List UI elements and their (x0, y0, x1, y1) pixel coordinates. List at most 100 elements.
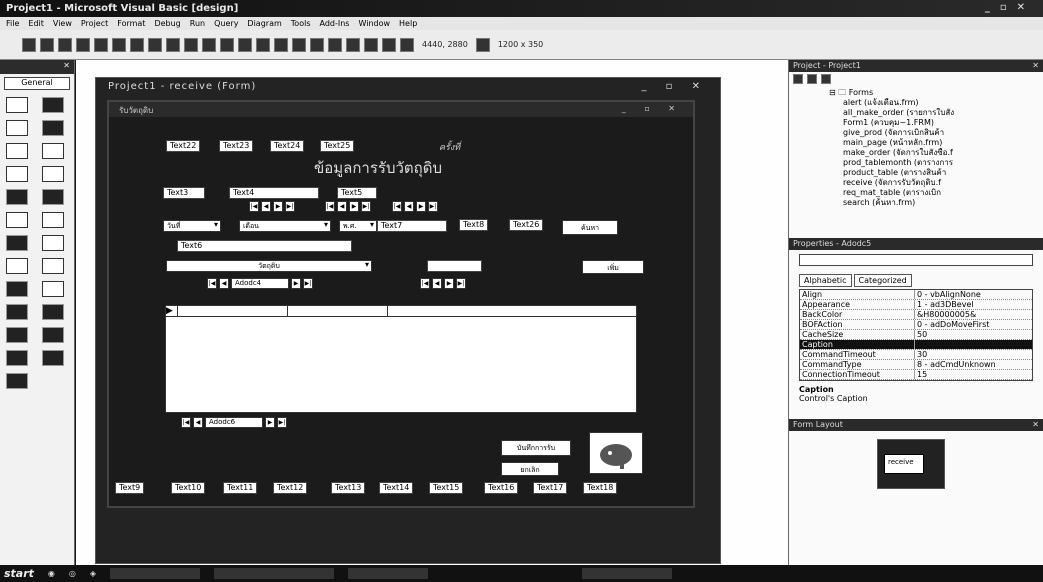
maximize-button[interactable]: ▫ (1000, 2, 1017, 13)
start-icon[interactable] (220, 37, 234, 52)
textbox-icon[interactable] (42, 120, 64, 136)
close-icon[interactable]: ✕ (1032, 61, 1039, 70)
text15[interactable]: Text15 (429, 482, 464, 494)
line-icon[interactable] (42, 281, 64, 297)
tree-folder-forms[interactable]: ⊟ 🗀 Forms (829, 88, 1043, 98)
property-row[interactable]: Align 0 - vbAlignNone (800, 290, 1032, 300)
search-button[interactable]: ค้นหา (562, 220, 618, 235)
tree-item[interactable]: main_page (หน้าหลัก.frm) (829, 138, 1043, 148)
next-record-button[interactable]: ▶ (444, 278, 454, 289)
tree-item[interactable]: prod_tablemonth (ตารางการ (829, 158, 1043, 168)
tree-item[interactable]: make_order (จัดการใบสั่งซื้อ.f (829, 148, 1043, 158)
last-record-button[interactable]: ▶| (277, 417, 287, 428)
form-window-controls[interactable]: _ ▫ ✕ (622, 104, 683, 113)
next-record-button[interactable]: ▶ (265, 417, 275, 428)
menu-edit[interactable]: Edit (28, 19, 44, 28)
prev-record-button[interactable]: ◀ (337, 201, 347, 212)
data-view-icon[interactable] (364, 37, 378, 52)
text24[interactable]: Text24 (270, 140, 305, 152)
menu-diagram[interactable]: Diagram (247, 19, 281, 28)
tree-item[interactable]: receive (จัดการรับวัตถุดิบ.f (829, 178, 1043, 188)
property-value[interactable]: 30 (915, 350, 1032, 359)
quicklaunch-icon[interactable]: ◎ (69, 569, 76, 578)
material-combo[interactable]: วัตถุดิบ (166, 260, 372, 272)
combobox-icon[interactable] (6, 189, 28, 205)
prev-record-button[interactable]: ◀ (219, 278, 229, 289)
adodc6-control[interactable]: |◀ ◀ Adodc6 ▶ ▶| (181, 416, 287, 429)
next-record-button[interactable]: ▶ (291, 278, 301, 289)
undo-icon[interactable] (184, 37, 198, 52)
optionbutton-icon[interactable] (42, 166, 64, 182)
grid-cell[interactable] (178, 306, 288, 316)
prev-record-button[interactable]: ◀ (261, 201, 271, 212)
first-record-button[interactable]: |◀ (392, 201, 402, 212)
first-record-button[interactable]: |◀ (249, 201, 259, 212)
property-row[interactable]: CommandTimeout 30 (800, 350, 1032, 360)
redo-icon[interactable] (202, 37, 216, 52)
day-combo[interactable]: วันที่ (163, 220, 221, 232)
ole-icon[interactable] (6, 327, 28, 343)
text11[interactable]: Text11 (223, 482, 258, 494)
project-explorer-icon[interactable] (274, 37, 288, 52)
month-combo[interactable]: เดือน (239, 220, 331, 232)
listbox-icon[interactable] (42, 189, 64, 205)
property-value[interactable] (915, 340, 1032, 349)
text5[interactable]: Text5 (337, 187, 377, 199)
first-record-button[interactable]: |◀ (207, 278, 217, 289)
last-record-button[interactable]: ▶| (361, 201, 371, 212)
toolbox-icon[interactable] (346, 37, 360, 52)
add-project-icon[interactable] (22, 37, 36, 52)
toolbox-general-tab[interactable]: General (4, 77, 70, 90)
pause-icon[interactable] (238, 37, 252, 52)
picturebox-icon[interactable] (42, 97, 64, 113)
tab-categorized[interactable]: Categorized (853, 274, 912, 287)
menu-debug[interactable]: Debug (154, 19, 180, 28)
hscrollbar-icon[interactable] (6, 212, 28, 228)
minimize-button[interactable]: _ (985, 2, 1000, 13)
quicklaunch-icon[interactable]: ◈ (90, 569, 96, 578)
data-icon[interactable] (42, 304, 64, 320)
adodc4-control[interactable]: |◀ ◀ Adodc4 ▶ ▶| (207, 277, 313, 290)
pointer-icon[interactable] (6, 97, 28, 113)
stop-icon[interactable] (256, 37, 270, 52)
save-receive-button[interactable]: บันทึกการรับ (501, 440, 571, 456)
property-row[interactable]: CommandType 8 - adCmdUnknown (800, 360, 1032, 370)
taskbar-button[interactable] (214, 568, 335, 579)
timer-icon[interactable] (6, 235, 28, 251)
tree-item[interactable]: give_prod (จัดการเบิกสินค้า (829, 128, 1043, 138)
adodc5-control[interactable]: |◀ ◀ ▶ ▶| (420, 277, 466, 290)
start-button[interactable]: start (4, 567, 34, 580)
property-row[interactable]: BOFAction 0 - adDoMoveFirst (800, 320, 1032, 330)
property-value[interactable]: &H80000005& (915, 310, 1032, 319)
form-layout-icon[interactable] (310, 37, 324, 52)
property-row[interactable]: Appearance 1 - ad3DBevel (800, 300, 1032, 310)
cancel-button[interactable]: ยกเลิก (501, 462, 559, 476)
cut-icon[interactable] (112, 37, 126, 52)
datacombo-icon[interactable] (42, 350, 64, 366)
filelistbox-icon[interactable] (42, 258, 64, 274)
property-value[interactable]: 0 - vbAlignNone (915, 290, 1032, 299)
menu-tools[interactable]: Tools (291, 19, 311, 28)
taskbar-button[interactable] (110, 568, 201, 579)
component-manager-icon[interactable] (382, 37, 396, 52)
last-record-button[interactable]: ▶| (303, 278, 313, 289)
checkbox-icon[interactable] (6, 166, 28, 182)
label-icon[interactable] (6, 120, 28, 136)
text18[interactable]: Text18 (583, 482, 618, 494)
grid-cell[interactable] (288, 306, 388, 316)
next-record-button[interactable]: ▶ (273, 201, 283, 212)
first-record-button[interactable]: |◀ (181, 417, 191, 428)
datagrid-icon[interactable] (6, 350, 28, 366)
tree-item[interactable]: req_mat_table (ตารางเบิก (829, 188, 1043, 198)
tree-item[interactable]: alert (แจ้งเตือน.frm) (829, 98, 1043, 108)
menu-file[interactable]: File (6, 19, 19, 28)
first-record-button[interactable]: |◀ (420, 278, 430, 289)
toggle-folders-icon[interactable] (821, 74, 831, 84)
text22[interactable]: Text22 (166, 140, 201, 152)
property-value[interactable]: 50 (915, 330, 1032, 339)
text7[interactable]: Text7 (377, 220, 447, 232)
prev-record-button[interactable]: ◀ (404, 201, 414, 212)
taskbar-button[interactable] (348, 568, 429, 579)
first-record-button[interactable]: |◀ (325, 201, 335, 212)
text16[interactable]: Text16 (484, 482, 519, 494)
